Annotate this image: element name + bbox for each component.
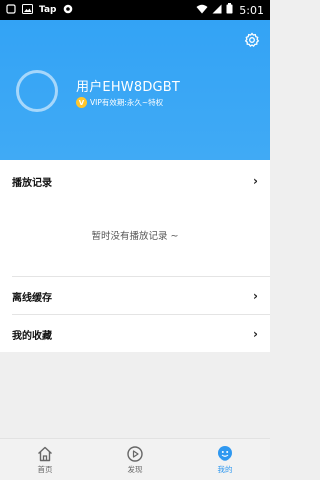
menu-list: 播放记录 › 暂时没有播放记录 ~ 离线缓存 › 我的收藏 › [0,160,270,352]
profile-header: 用户EHW8DGBT V VIP有效期:永久~特权 [0,20,270,160]
signal-icon [212,4,222,17]
nav-discover-label: 发现 [127,464,143,474]
nav-home-label: 首页 [37,464,53,474]
bottom-nav: 首页 发现 我的 [0,438,270,480]
settings-gear-icon[interactable] [244,32,260,48]
chevron-right-icon: › [253,289,258,303]
vip-badge-icon: V [76,97,87,108]
play-history-label: 播放记录 [12,177,52,189]
status-app-label: Tap [39,5,57,15]
status-bar: Tap 5:01 [0,0,270,20]
nav-home[interactable]: 首页 [0,439,90,480]
nav-mine-label: 我的 [217,464,233,474]
favorites-row[interactable]: 我的收藏 › [0,315,270,353]
chevron-right-icon: › [253,327,258,341]
profile-icon [216,445,234,463]
notification-square-icon [6,3,16,17]
vip-text: VIP有效期:永久~特权 [90,98,164,107]
avatar[interactable] [16,70,58,112]
offline-cache-label: 离线缓存 [12,292,52,304]
username: 用户EHW8DGBT [76,80,181,95]
chevron-right-icon: › [253,174,258,188]
empty-history-text: 暂时没有播放记录 ~ [91,231,179,242]
offline-cache-row[interactable]: 离线缓存 › [0,277,270,315]
battery-icon [226,3,233,17]
vip-status: V VIP有效期:永久~特权 [76,97,163,108]
image-icon [22,3,33,17]
play-circle-icon [126,445,144,463]
play-history-row[interactable]: 播放记录 › [0,162,270,200]
favorites-label: 我的收藏 [12,330,52,342]
home-icon [36,445,54,463]
nav-mine[interactable]: 我的 [180,439,270,480]
wifi-icon [196,4,208,17]
shield-icon [63,4,73,17]
nav-discover[interactable]: 发现 [90,439,180,480]
status-time: 5:01 [239,3,264,17]
